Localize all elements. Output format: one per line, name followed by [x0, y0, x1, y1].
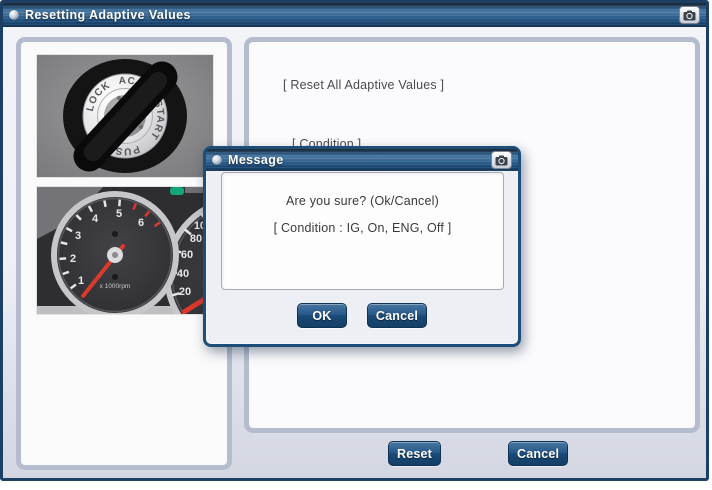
- ok-button[interactable]: OK: [296, 303, 347, 328]
- dialog-cancel-button[interactable]: Cancel: [366, 303, 428, 328]
- tachometer: 1 2 3 4 5 6 x 1000rpm: [51, 191, 179, 319]
- green-indicator-lamp: [170, 187, 184, 195]
- svg-text:40: 40: [177, 268, 189, 280]
- svg-text:3: 3: [75, 230, 81, 242]
- screen-capture-button[interactable]: [679, 6, 700, 24]
- dialog-button-row: OK Cancel: [206, 303, 518, 328]
- dialog-message-area: Are you sure? (Ok/Cancel) [ Condition : …: [221, 172, 504, 290]
- app-window: Resetting Adaptive Values LOCK AC START …: [0, 0, 709, 481]
- dialog-sphere-icon: [212, 155, 222, 165]
- window-title: Resetting Adaptive Values: [25, 8, 191, 22]
- confirm-question: Are you sure? (Ok/Cancel): [286, 194, 439, 208]
- reset-button[interactable]: Reset: [388, 441, 442, 466]
- cancel-button[interactable]: Cancel: [508, 441, 569, 466]
- dialog-screen-capture-button[interactable]: [491, 151, 512, 169]
- svg-text:20: 20: [179, 286, 191, 298]
- svg-text:80: 80: [190, 233, 202, 245]
- tach-unit-label: x 1000rpm: [100, 283, 131, 290]
- ignition-switch-image: LOCK ACC START PUSH: [36, 54, 214, 178]
- svg-text:6: 6: [138, 217, 144, 229]
- svg-text:5: 5: [116, 208, 122, 220]
- svg-text:2: 2: [70, 253, 76, 265]
- dialog-titlebar[interactable]: Message: [206, 149, 518, 171]
- camera-icon: [683, 10, 696, 21]
- window-titlebar[interactable]: Resetting Adaptive Values: [3, 3, 706, 27]
- camera-icon: [495, 155, 508, 166]
- message-dialog: Message Are you sure? (Ok/Cancel) [ Cond…: [203, 146, 521, 347]
- svg-text:60: 60: [181, 249, 193, 261]
- condition-detail: [ Condition : IG, On, ENG, Off ]: [273, 221, 452, 235]
- svg-text:4: 4: [92, 213, 99, 225]
- dialog-title: Message: [228, 153, 284, 167]
- app-sphere-icon: [9, 10, 19, 20]
- instrument-cluster-image: 20 40 60 80 100: [36, 186, 322, 354]
- procedure-title: [ Reset All Adaptive Values ]: [283, 78, 445, 92]
- illustration-panel: LOCK ACC START PUSH: [16, 37, 322, 470]
- svg-text:1: 1: [78, 275, 84, 287]
